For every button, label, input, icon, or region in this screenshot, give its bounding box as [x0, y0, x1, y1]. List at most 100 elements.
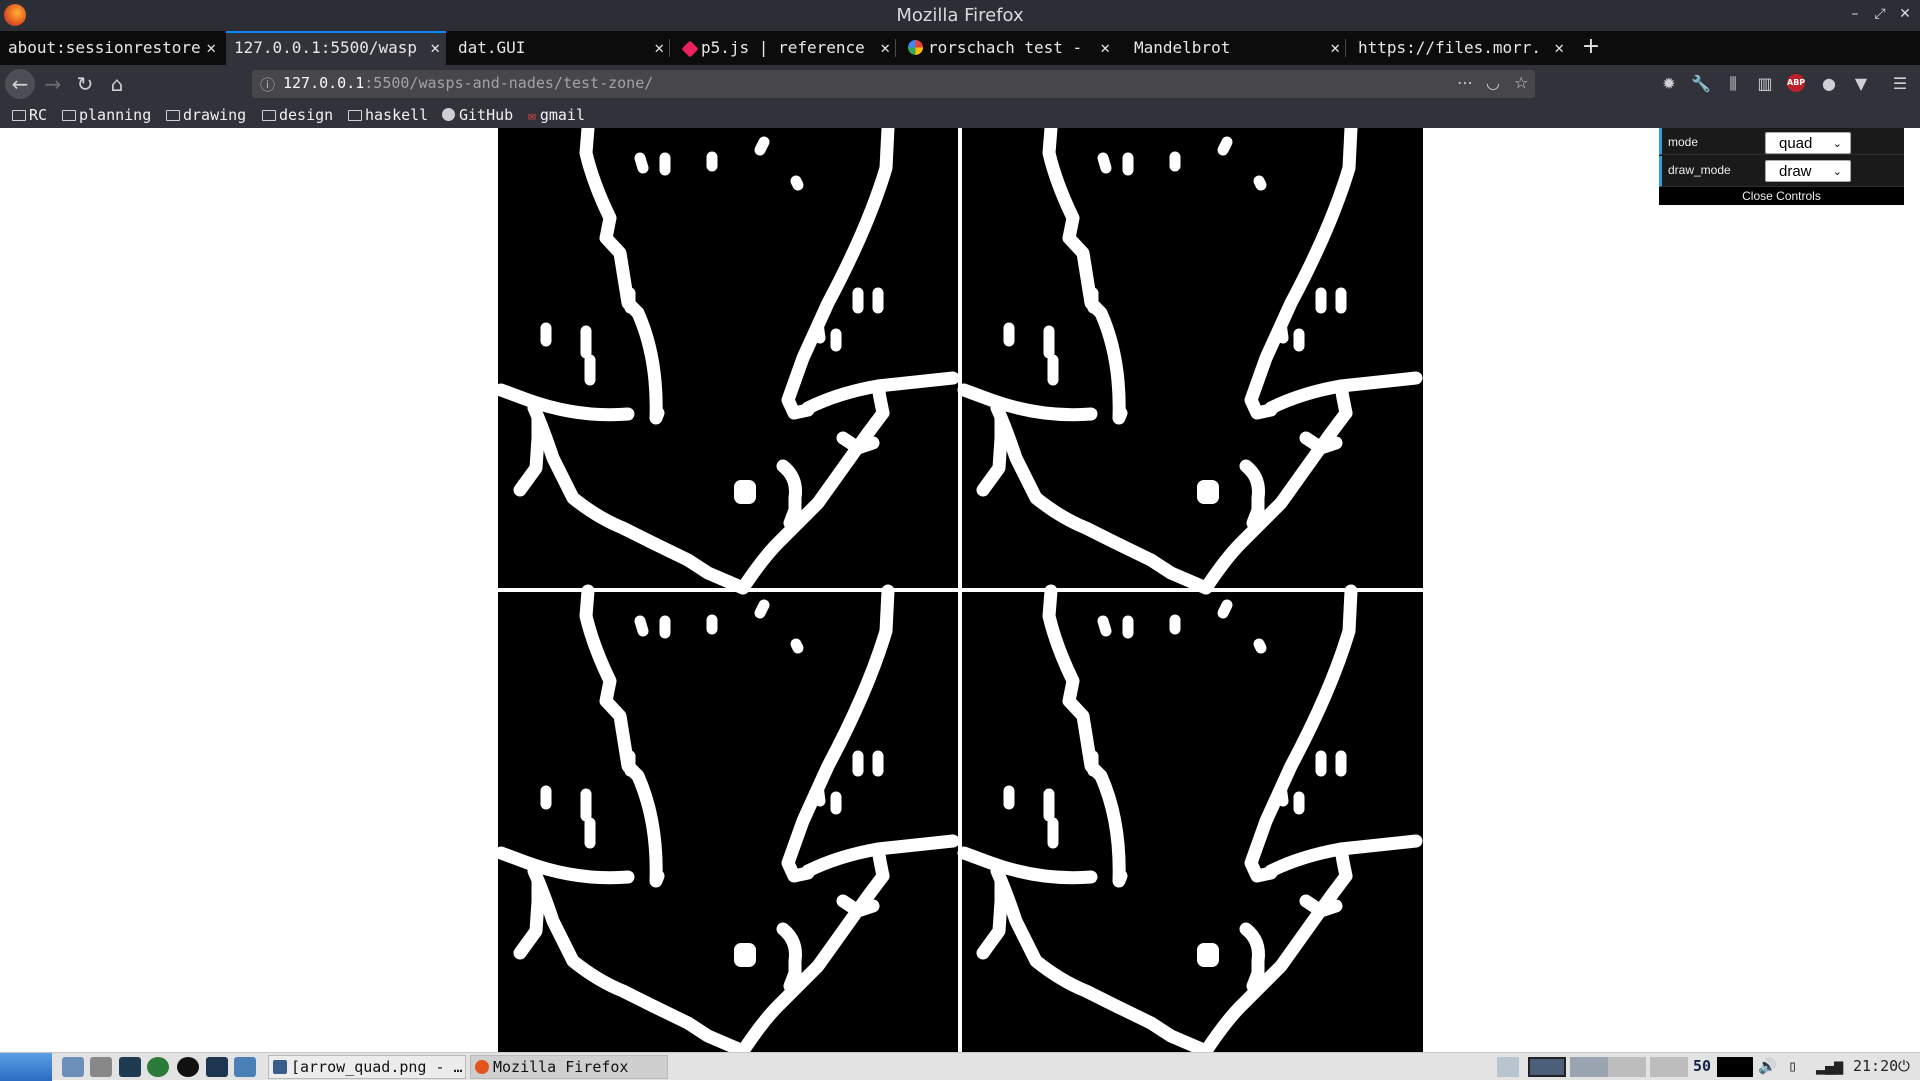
- forward-arrow-icon[interactable]: →: [38, 69, 68, 99]
- tab-label: dat.GUI: [458, 38, 526, 57]
- workspace-1-icon[interactable]: [1528, 1057, 1566, 1077]
- folder-icon: [262, 110, 276, 121]
- bookmark-label: GitHub: [459, 106, 514, 124]
- close-tab-icon[interactable]: ✕: [1100, 31, 1110, 65]
- folder-icon: [348, 110, 362, 121]
- bookmark-haskell[interactable]: haskell: [348, 106, 428, 124]
- home-icon[interactable]: ⌂: [102, 69, 132, 99]
- task-label: Mozilla Firefox: [493, 1058, 629, 1076]
- image-viewer-icon: [273, 1060, 287, 1074]
- maximize-icon[interactable]: ⤢: [1870, 4, 1890, 24]
- tab-test-zone[interactable]: 127.0.0.1:5500/wasps ✕: [226, 31, 446, 65]
- globe-icon[interactable]: [147, 1057, 169, 1077]
- bookmark-label: haskell: [365, 106, 429, 124]
- dat-gui-panel: mode quad ⌄ draw_mode draw ⌄ Close Control…: [1659, 128, 1904, 205]
- close-tab-icon[interactable]: ✕: [206, 31, 216, 65]
- bookmark-label: design: [279, 106, 334, 124]
- p5js-icon: [681, 40, 699, 58]
- bookmark-label: drawing: [183, 106, 247, 124]
- start-menu-button[interactable]: [0, 1053, 52, 1081]
- menu-icon[interactable]: ☰: [1890, 74, 1910, 94]
- mode-select[interactable]: quad ⌄: [1765, 132, 1851, 154]
- taskbar: [arrow_quad.png - … Mozilla Firefox 50 🔊…: [0, 1052, 1920, 1081]
- bookmark-drawing[interactable]: drawing: [166, 106, 246, 124]
- tab-label: p5.js | reference: [701, 38, 865, 57]
- close-controls-button[interactable]: Close Controls: [1659, 187, 1904, 205]
- select-value: draw: [1779, 163, 1812, 180]
- quad-tile-top-right: [964, 128, 1416, 588]
- sidebar-icon[interactable]: ▥: [1755, 74, 1775, 94]
- vpn-shield-icon[interactable]: ▼: [1851, 74, 1871, 94]
- signal-icon[interactable]: ▂▄▆: [1816, 1057, 1843, 1077]
- tray-window-icon[interactable]: [1497, 1057, 1519, 1077]
- gui-label: draw_mode: [1668, 163, 1731, 177]
- cpu-usage: 50: [1693, 1057, 1712, 1075]
- tab-datgui[interactable]: dat.GUI ✕: [450, 31, 670, 65]
- gui-row-mode: mode quad ⌄: [1659, 128, 1904, 155]
- tab-label: https://files.morr.c: [1358, 38, 1542, 57]
- system-monitor-icon[interactable]: [119, 1057, 141, 1077]
- page-actions-icon[interactable]: ⋯: [1457, 73, 1473, 92]
- chevron-down-icon: ⌄: [1832, 166, 1842, 178]
- url-bar[interactable]: ⓘ 127.0.0.1:5500/wasps-and-nades/test-zo…: [252, 70, 1535, 98]
- bookmark-planning[interactable]: planning: [62, 106, 151, 124]
- extension-gear-icon[interactable]: ✹: [1659, 74, 1679, 94]
- close-tab-icon[interactable]: ✕: [430, 33, 440, 63]
- pocket-icon[interactable]: ◡: [1486, 73, 1500, 92]
- task-arrow-quad[interactable]: [arrow_quad.png - …: [268, 1055, 466, 1079]
- reload-icon[interactable]: ↻: [70, 69, 100, 99]
- quad-tile-bottom-left: [501, 591, 953, 1051]
- url-host: 127.0.0.1: [283, 74, 365, 92]
- gui-label: mode: [1668, 135, 1699, 149]
- close-tab-icon[interactable]: ✕: [880, 31, 890, 65]
- window-titlebar: Mozilla Firefox – ⤢ ✕: [0, 0, 1920, 31]
- bookmark-github[interactable]: GitHub: [442, 106, 513, 124]
- battery-icon[interactable]: ▯: [1788, 1057, 1797, 1077]
- tab-strip: about:sessionrestore ✕ 127.0.0.1:5500/wa…: [0, 31, 1920, 65]
- info-icon[interactable]: ⓘ: [260, 74, 275, 95]
- wrench-icon[interactable]: 🔧: [1691, 74, 1711, 94]
- tab-mandelbrot[interactable]: Mandelbrot ✕: [1126, 31, 1346, 65]
- power-icon[interactable]: ⏻: [1898, 1057, 1910, 1077]
- tab-sessionrestore[interactable]: about:sessionrestore ✕: [0, 31, 222, 65]
- terminal-icon[interactable]: [206, 1057, 228, 1077]
- calculator-icon[interactable]: [90, 1057, 112, 1077]
- navigation-bar: ← → ↻ ⌂ ⓘ 127.0.0.1:5500/wasps-and-nades…: [0, 65, 1920, 103]
- close-tab-icon[interactable]: ✕: [1330, 31, 1340, 65]
- url-text[interactable]: 127.0.0.1:5500/wasps-and-nades/test-zone…: [283, 74, 653, 92]
- adblock-plus-icon[interactable]: ABP: [1787, 74, 1805, 92]
- task-firefox[interactable]: Mozilla Firefox: [470, 1055, 668, 1079]
- network-icon[interactable]: [234, 1057, 256, 1077]
- close-window-icon[interactable]: ✕: [1895, 4, 1915, 24]
- bookmark-gmail[interactable]: ✉ gmail: [528, 106, 585, 124]
- tab-files-morr[interactable]: https://files.morr.c ✕: [1350, 31, 1570, 65]
- back-arrow-icon[interactable]: ←: [5, 69, 35, 99]
- task-label: [arrow_quad.png - …: [291, 1058, 463, 1076]
- quad-tile-bottom-right: [964, 591, 1416, 1051]
- tab-rorschach-test[interactable]: rorschach test - G ✕: [900, 31, 1116, 65]
- github-icon: [442, 108, 455, 121]
- drawing-canvas[interactable]: [498, 128, 1423, 1052]
- star-icon[interactable]: ☆: [1514, 73, 1528, 92]
- bookmark-design[interactable]: design: [262, 106, 333, 124]
- workspace-3-icon[interactable]: [1608, 1057, 1646, 1077]
- volume-icon[interactable]: 🔊: [1758, 1057, 1777, 1077]
- workspace-2-icon[interactable]: [1570, 1057, 1608, 1077]
- bookmark-label: gmail: [539, 106, 585, 124]
- close-tab-icon[interactable]: ✕: [654, 31, 664, 65]
- minimize-icon[interactable]: –: [1845, 4, 1865, 24]
- account-icon[interactable]: ●: [1819, 74, 1839, 94]
- tab-p5js-reference[interactable]: p5.js | reference ✕: [676, 31, 896, 65]
- window-title: Mozilla Firefox: [896, 5, 1024, 26]
- file-manager-icon[interactable]: [62, 1057, 84, 1077]
- draw-mode-select[interactable]: draw ⌄: [1765, 160, 1851, 182]
- bookmark-rc[interactable]: RC: [12, 106, 47, 124]
- cpu-graph: [1717, 1057, 1753, 1077]
- library-icon[interactable]: ⫼: [1723, 74, 1743, 94]
- new-tab-button[interactable]: +: [1580, 31, 1602, 65]
- close-tab-icon[interactable]: ✕: [1554, 31, 1564, 65]
- chevron-down-icon: ⌄: [1832, 138, 1842, 150]
- bitcoin-icon[interactable]: [177, 1057, 199, 1077]
- clock[interactable]: 21:20: [1853, 1057, 1898, 1077]
- workspace-4-icon[interactable]: [1650, 1057, 1688, 1077]
